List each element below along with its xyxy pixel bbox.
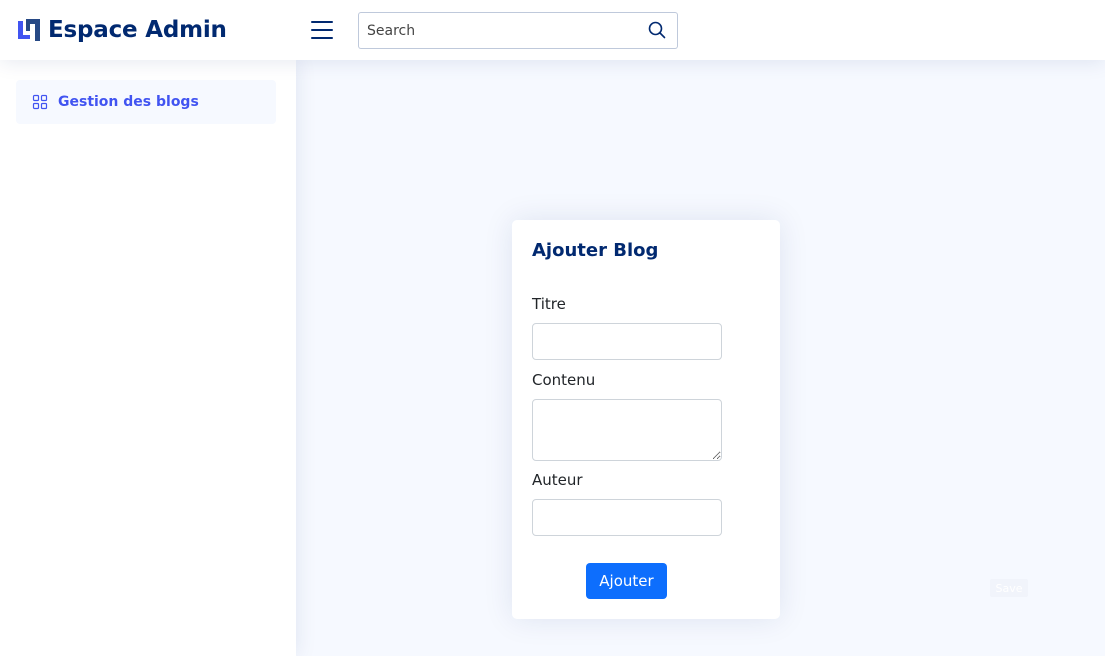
grid-icon xyxy=(32,94,48,110)
search-form xyxy=(358,12,678,49)
auteur-input[interactable] xyxy=(532,499,722,536)
logo[interactable]: Espace Admin xyxy=(16,14,227,46)
search-button[interactable] xyxy=(647,21,667,41)
sidebar-item-label: Gestion des blogs xyxy=(58,94,199,110)
save-button[interactable]: Save xyxy=(990,579,1028,597)
search-input[interactable] xyxy=(359,13,639,48)
top-header: Espace Admin xyxy=(0,0,1105,60)
logo-icon xyxy=(18,19,40,41)
sidebar-item-gestion-des-blogs[interactable]: Gestion des blogs xyxy=(16,80,276,124)
contenu-textarea[interactable] xyxy=(532,399,722,461)
add-blog-card: Ajouter Blog Titre Contenu Auteur Ajoute… xyxy=(512,220,780,619)
logo-text: Espace Admin xyxy=(48,17,227,43)
menu-toggle-icon[interactable] xyxy=(308,17,336,43)
search-icon xyxy=(648,21,666,39)
titre-label: Titre xyxy=(532,295,566,313)
titre-input[interactable] xyxy=(532,323,722,360)
auteur-label: Auteur xyxy=(532,471,583,489)
card-title: Ajouter Blog xyxy=(532,240,659,261)
sidebar: Gestion des blogs xyxy=(0,60,296,656)
ajouter-button[interactable]: Ajouter xyxy=(586,563,667,599)
contenu-label: Contenu xyxy=(532,371,596,389)
